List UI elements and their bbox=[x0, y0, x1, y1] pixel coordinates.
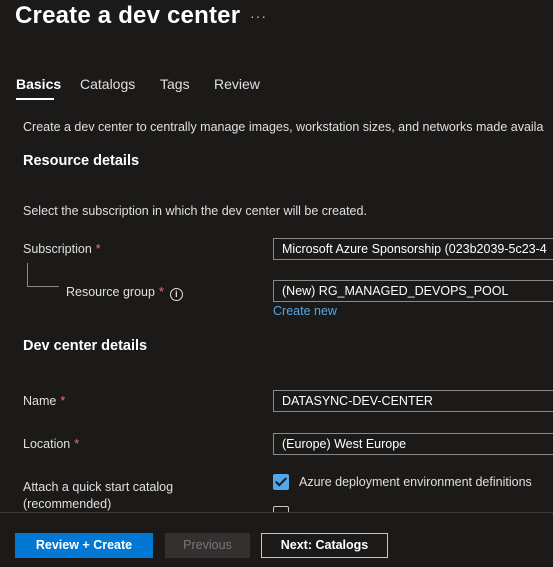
create-new-link[interactable]: Create new bbox=[273, 304, 337, 318]
resource-group-label-text: Resource group bbox=[66, 285, 155, 299]
name-label: Name * bbox=[23, 394, 65, 408]
location-label: Location * bbox=[23, 437, 79, 451]
subscription-dropdown[interactable]: Microsoft Azure Sponsorship (023b2039-5c… bbox=[273, 238, 553, 260]
required-marker: * bbox=[60, 394, 66, 408]
page-description: Create a dev center to centrally manage … bbox=[23, 120, 544, 134]
page-title: Create a dev center bbox=[15, 2, 241, 29]
subscription-label-text: Subscription bbox=[23, 242, 92, 256]
previous-button[interactable]: Previous bbox=[165, 533, 250, 558]
name-input[interactable]: DATASYNC-DEV-CENTER bbox=[273, 390, 553, 412]
tab-review[interactable]: Review bbox=[214, 76, 260, 92]
tree-connector-horizontal bbox=[27, 286, 59, 287]
required-marker: * bbox=[95, 242, 101, 256]
location-label-text: Location bbox=[23, 437, 71, 451]
tab-tags[interactable]: Tags bbox=[160, 76, 190, 92]
azure-deployment-checkbox-label: Azure deployment environment definitions bbox=[299, 475, 532, 489]
dev-center-details-heading: Dev center details bbox=[23, 338, 148, 354]
subscription-label: Subscription * bbox=[23, 242, 101, 256]
location-dropdown[interactable]: (Europe) West Europe bbox=[273, 433, 553, 455]
tab-active-indicator bbox=[16, 98, 54, 100]
azure-deployment-checkbox[interactable] bbox=[273, 474, 289, 490]
tab-catalogs[interactable]: Catalogs bbox=[80, 76, 135, 92]
info-icon[interactable]: i bbox=[169, 288, 183, 301]
resource-group-dropdown[interactable]: (New) RG_MANAGED_DEVOPS_POOL bbox=[273, 280, 553, 302]
tab-basics[interactable]: Basics bbox=[16, 76, 61, 92]
resource-group-label: Resource group * i bbox=[66, 285, 183, 301]
name-label-text: Name bbox=[23, 394, 57, 408]
quick-start-label-line2: (recommended) bbox=[23, 497, 112, 511]
quick-start-label-line1: Attach a quick start catalog bbox=[23, 480, 174, 494]
resource-details-heading: Resource details bbox=[23, 153, 140, 169]
more-options-icon[interactable]: ··· bbox=[250, 8, 267, 24]
required-marker: * bbox=[158, 285, 164, 299]
required-marker: * bbox=[74, 437, 80, 451]
review-create-button[interactable]: Review + Create bbox=[15, 533, 153, 558]
tree-connector-vertical bbox=[27, 263, 28, 286]
next-catalogs-button[interactable]: Next: Catalogs bbox=[261, 533, 388, 558]
subscription-intro-text: Select the subscription in which the dev… bbox=[23, 204, 367, 218]
